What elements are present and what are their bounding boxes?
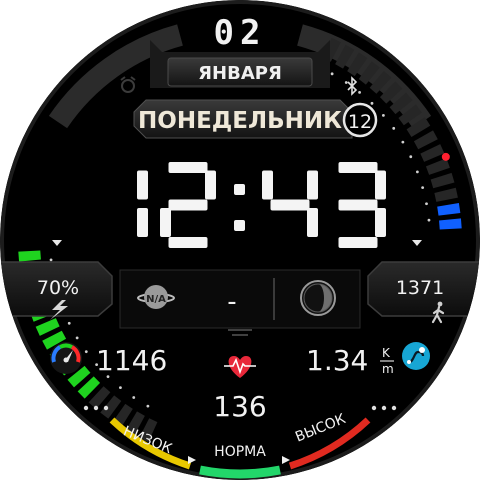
gauge-tick-left [49, 258, 53, 262]
gauge-tick-right [415, 170, 419, 174]
date-month: ЯНВАРЯ [198, 63, 282, 84]
time-colon-top [234, 184, 245, 195]
time-colon-bottom [234, 220, 245, 231]
weather-temperature: - [227, 287, 236, 317]
distance-unit-top: K [382, 346, 391, 360]
date-day: 02 [214, 13, 267, 53]
gauge-tick-right [344, 81, 348, 84]
heart-value: 136 [213, 390, 266, 423]
gauge-tick-right [330, 72, 334, 76]
steps-value: 1371 [396, 277, 444, 299]
gauge-tick-left [75, 336, 79, 340]
calories-value: 1146 [96, 344, 167, 377]
distance-value: 1.34 [306, 344, 368, 377]
gauge-tick-right [358, 90, 361, 94]
dots-right [371, 405, 397, 411]
gauge-tick-right [421, 186, 425, 190]
distance-unit-bottom: m [382, 362, 394, 376]
gauge-tick-left [132, 396, 136, 399]
battery-label: 70% [37, 277, 79, 299]
step-goal-indicator [441, 152, 450, 161]
gauge-tick-right [381, 113, 385, 117]
calorie-gauge-icon [50, 342, 82, 374]
watch-face: 02 ЯНВАРЯ ПОНЕДЕЛЬНИК 12 12 43 70% [0, 0, 480, 480]
gauge-tick-left [119, 386, 122, 390]
gauge-tick-right [392, 126, 396, 130]
gauge-tick-right [425, 202, 428, 206]
gauge-tick-left [146, 404, 150, 408]
week-number: 12 [348, 111, 372, 133]
gauge-tick-right [370, 101, 374, 105]
gauge-tick-right [409, 155, 413, 159]
gauge-tick-right [427, 218, 431, 222]
gauge-tick-left [84, 350, 88, 354]
gauge-tick-right [401, 140, 405, 144]
moon-phase-icon [300, 280, 336, 316]
date-weekday: ПОНЕДЕЛЬНИК [138, 108, 342, 134]
zone-normal-bar [199, 465, 281, 479]
zone-normal-label: НОРМА [214, 444, 266, 460]
distance-icon [402, 342, 430, 370]
weather-label: N/A [146, 294, 166, 305]
gauge-tick-left [67, 321, 71, 325]
dots-left [83, 405, 109, 411]
